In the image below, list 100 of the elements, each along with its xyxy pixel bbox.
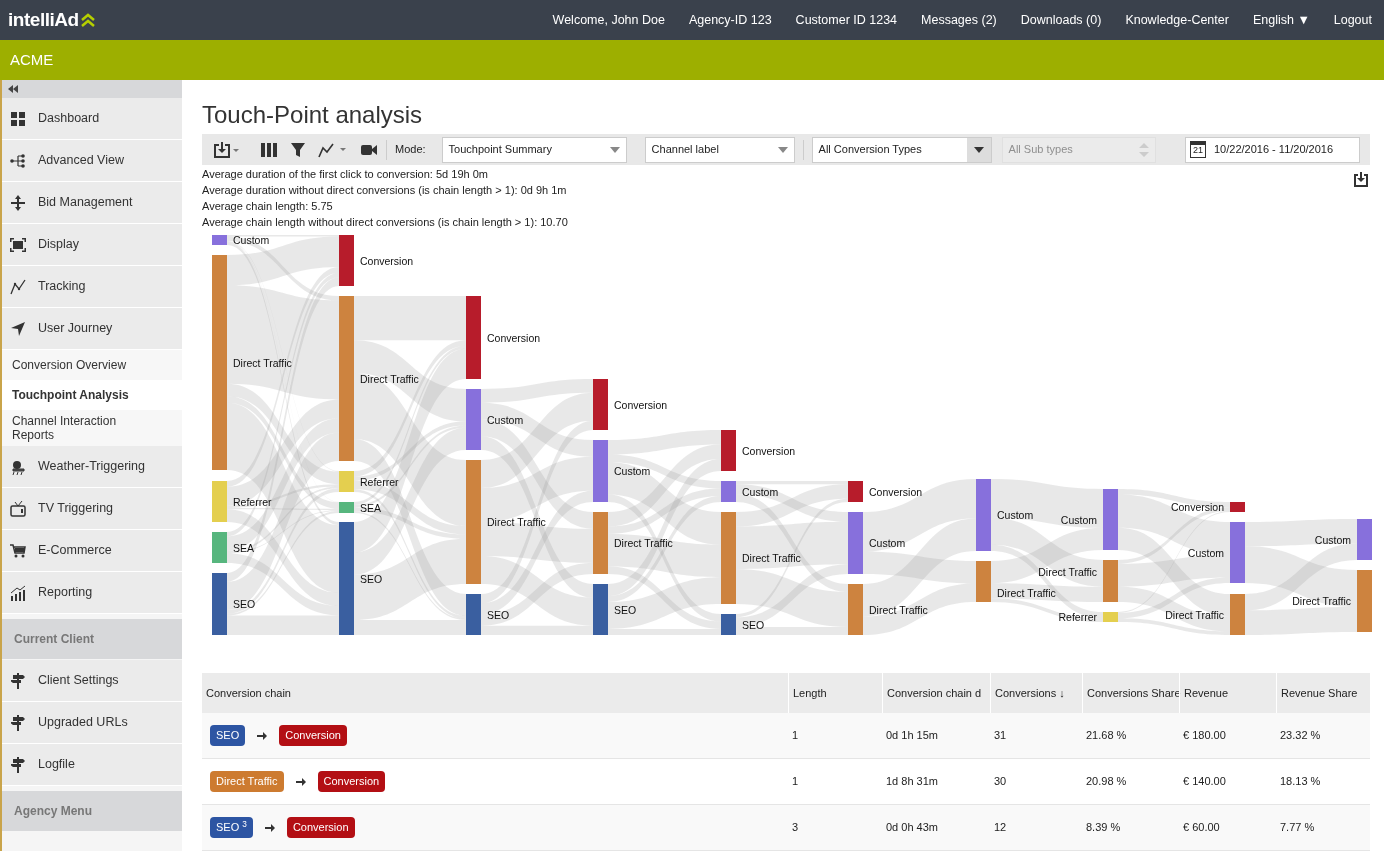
sidebar-item[interactable]: Tracking: [2, 266, 182, 308]
node-label: Direct Traffic: [360, 372, 419, 385]
sidebar-item[interactable]: E-Commerce: [2, 530, 182, 572]
node-label: Conversion: [487, 331, 541, 344]
sidebar-item[interactable]: Reporting: [2, 572, 182, 614]
node-label: Referrer: [1058, 611, 1097, 623]
arrow-right-icon: [295, 776, 306, 787]
table-cell: 21.68 %: [1086, 729, 1127, 742]
navigation-arrow-icon: [10, 320, 26, 337]
client-name: ACME: [10, 49, 54, 70]
node-label: Custom: [614, 465, 651, 477]
table-cell: 1d 8h 31m: [886, 775, 938, 788]
node-label: SEA: [233, 541, 254, 554]
channel-tag: SEO $^{3}$: [210, 817, 253, 838]
conversion-types-select[interactable]: All Conversion Types: [811, 136, 992, 163]
stat-line: Average duration without direct conversions (is chain length > 1): 0d 9h 1m: [202, 183, 568, 198]
table-cell: 20.98 %: [1086, 775, 1127, 788]
channel-tag: Conversion: [317, 771, 386, 792]
sidebar-item[interactable]: Display: [2, 224, 182, 266]
node-label: Direct Traffic: [614, 537, 673, 549]
channel-tag: Direct Traffic: [210, 771, 284, 792]
sidebar-item[interactable]: Upgraded URLs: [2, 702, 182, 744]
nav-link[interactable]: Messages (2): [921, 10, 997, 30]
download-icon[interactable]: [212, 140, 240, 159]
node-label: Conversion: [1170, 501, 1224, 513]
node-label: Custom: [233, 234, 270, 246]
node-label: Custom: [869, 537, 906, 549]
column-header[interactable]: Conversion chain: [202, 673, 788, 713]
stat-line: Average chain length without direct conversions (is chain length > 1): 10.70: [202, 215, 568, 230]
collapse-icon[interactable]: [8, 85, 18, 93]
node-label: Conversion: [614, 398, 668, 411]
node-label: Direct Traffic: [742, 552, 801, 564]
section-heading: Current Client: [2, 619, 182, 659]
tv-icon: [10, 500, 26, 517]
stat-line: Average duration of the first click to conversion: 5d 19h 0m: [202, 167, 489, 182]
sidebar-item[interactable]: Weather-Triggering: [2, 446, 182, 488]
table-cell: 1: [792, 775, 799, 788]
calendar-icon[interactable]: 21: [1190, 141, 1206, 158]
table-cell: 23.32 %: [1280, 729, 1321, 742]
nav-link[interactable]: Downloads (0): [1020, 10, 1102, 30]
sidebar-item[interactable]: Bid Management: [2, 182, 182, 224]
mode-label: Mode:: [395, 142, 426, 158]
node-label: Custom: [1060, 513, 1097, 526]
mode-select[interactable]: Touchpoint Summary: [441, 136, 627, 163]
table-cell: € 140.00: [1183, 775, 1226, 788]
nav-link[interactable]: Logout: [1333, 10, 1372, 30]
filter-icon[interactable]: [290, 141, 306, 158]
nav-link[interactable]: Welcome, John Doe: [552, 10, 665, 30]
node-label: Direct Traffic: [997, 586, 1056, 599]
table-cell: 0d 1h 15m: [886, 729, 938, 742]
nav-link[interactable]: English ▼: [1252, 10, 1310, 30]
sidebar-item[interactable]: Advanced View: [2, 140, 182, 182]
node-label: SEO: [742, 618, 765, 631]
sidebar-item[interactable]: Client Settings: [2, 660, 182, 702]
node-label: Direct Traffic: [1038, 566, 1097, 578]
cloud-icon: [10, 458, 26, 475]
node-label: Custom: [997, 509, 1034, 521]
node-label: Conversion: [869, 485, 923, 498]
label-select[interactable]: Channel label: [644, 136, 795, 163]
screen-icon: [10, 236, 26, 253]
arrow-right-icon: [264, 822, 275, 833]
node-label: Referrer: [233, 495, 272, 508]
node-label: Direct Traffic: [233, 356, 292, 369]
video-camera-icon[interactable]: [360, 142, 378, 157]
table-cell: 0d 0h 43m: [886, 821, 938, 834]
nav-link[interactable]: Customer ID 1234: [795, 10, 898, 30]
node-label: SEO: [233, 598, 256, 610]
line-chart-icon[interactable]: [318, 141, 348, 158]
node-label: SEO: [487, 608, 510, 621]
node-label: Custom: [1314, 533, 1351, 546]
sidebar-item[interactable]: Touchpoint Analysis: [2, 380, 182, 410]
node-label: Custom: [742, 485, 779, 498]
channel-tag: Conversion: [279, 725, 347, 746]
sidebar-item[interactable]: User Journey: [2, 308, 182, 350]
logo[interactable]: intelliAd: [8, 5, 79, 35]
node-label: Conversion: [360, 254, 414, 267]
date-range-field[interactable]: 21 10/22/2016 - 11/20/2016: [1185, 136, 1360, 163]
sidebar-item[interactable]: TV Triggering: [2, 488, 182, 530]
node-label: SEA: [360, 501, 381, 514]
nav-link[interactable]: Agency-ID 123: [688, 10, 772, 30]
cart-icon: [10, 542, 26, 559]
download-icon[interactable]: [1353, 172, 1369, 188]
vertical-arrows-icon: [10, 194, 26, 211]
columns-icon[interactable]: [260, 141, 278, 158]
logo-chevron-icon: [80, 13, 95, 27]
node-label: Referrer: [360, 475, 399, 488]
section-heading: Agency Menu: [2, 791, 182, 831]
dashboard-icon: [10, 110, 26, 127]
nav-link[interactable]: Knowledge-Center: [1125, 10, 1229, 30]
node-label: Direct Traffic: [1292, 595, 1351, 607]
stat-line: Average chain length: 5.75: [202, 199, 334, 214]
page-title: Touch-Point analysis: [202, 100, 424, 130]
signpost-icon: [10, 714, 26, 731]
caret-icon[interactable]: [973, 146, 984, 153]
table-cell: € 180.00: [1183, 729, 1226, 742]
share-icon: [10, 152, 26, 169]
sidebar-item[interactable]: Dashboard: [2, 98, 182, 140]
sidebar-item[interactable]: Logfile: [2, 744, 182, 786]
table-cell: 7.77 %: [1280, 821, 1315, 834]
signpost-icon: [10, 672, 26, 689]
